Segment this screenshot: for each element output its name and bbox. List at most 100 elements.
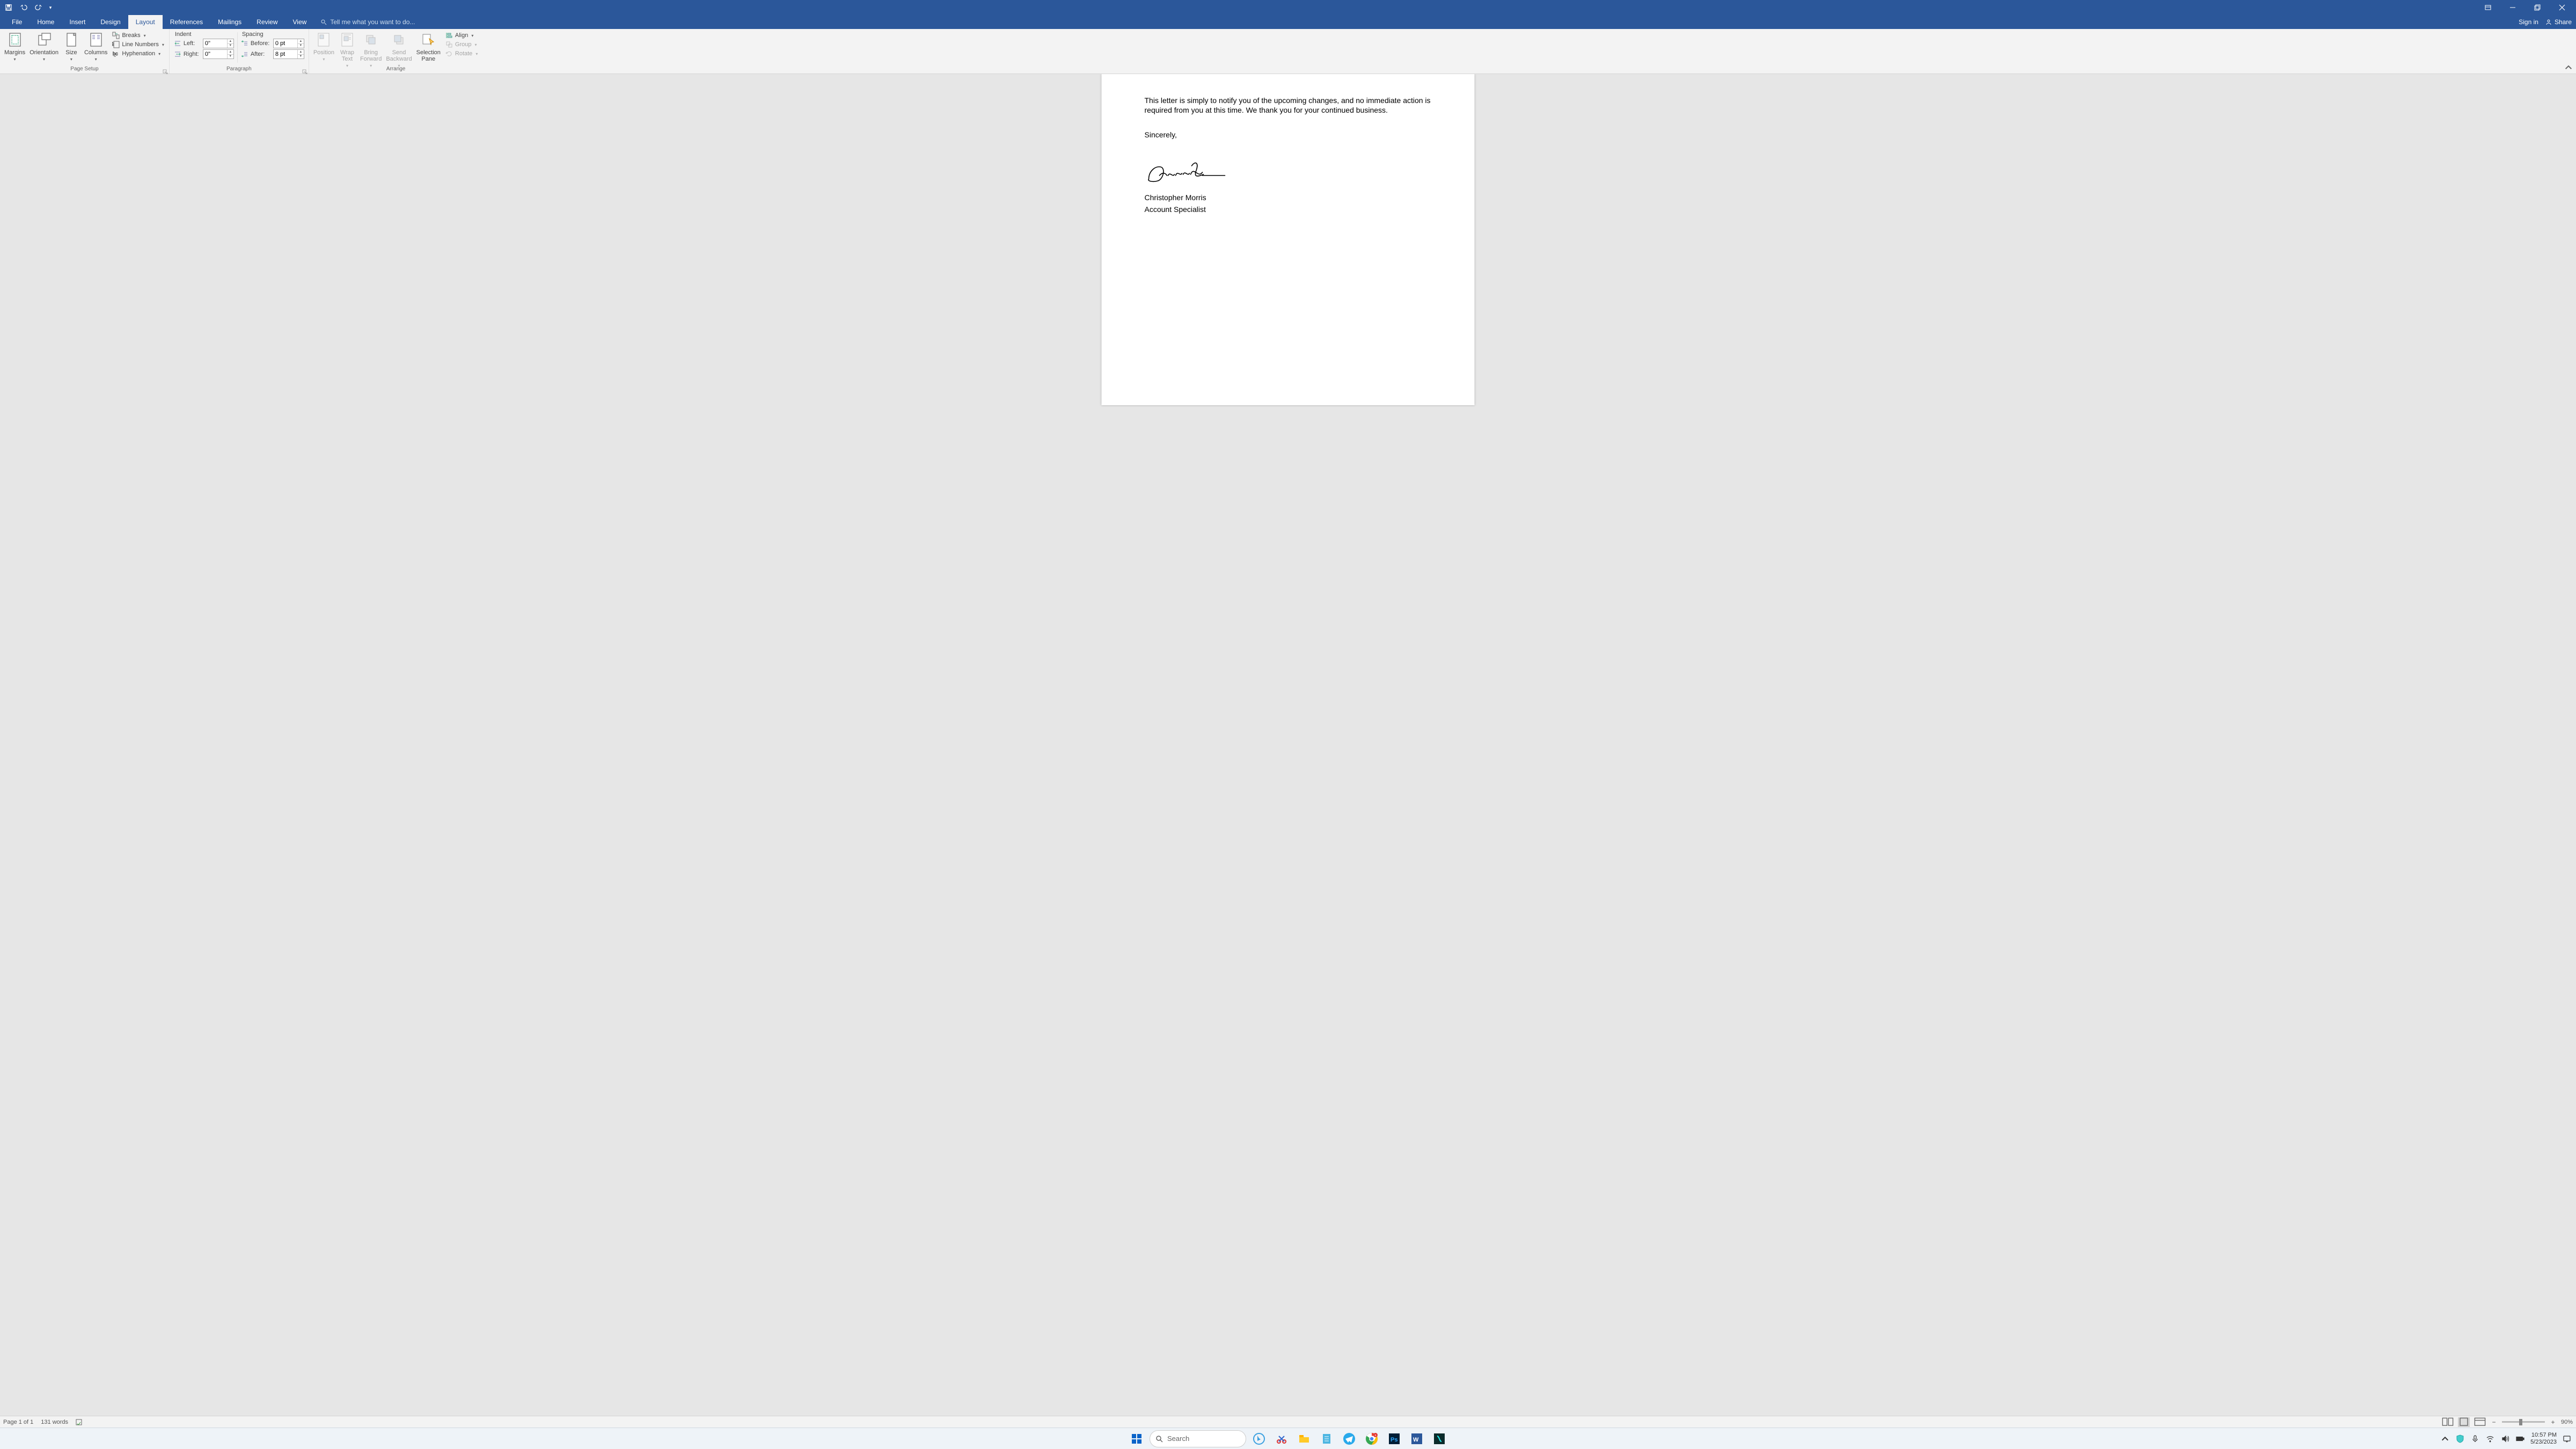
battery-icon[interactable] — [2515, 1434, 2525, 1444]
word-icon[interactable]: W — [1407, 1429, 1426, 1448]
tell-me-search[interactable]: Tell me what you want to do... — [320, 15, 415, 29]
send-backward-button: Send Backward▾ — [384, 30, 414, 69]
read-mode-icon[interactable] — [2442, 1417, 2454, 1427]
group-page-setup: Margins▾ Orientation▾ Size▾ Columns▾ Bre… — [0, 29, 170, 74]
indent-header: Indent — [174, 31, 234, 38]
photoshop-icon[interactable]: Ps — [1385, 1429, 1404, 1448]
document-page[interactable]: This letter is simply to notify you of t… — [1102, 74, 1475, 405]
align-button[interactable]: Align▾ — [444, 31, 479, 40]
spacing-before-input[interactable]: ▲▼ — [273, 39, 304, 48]
spinner-down-icon[interactable]: ▼ — [228, 44, 233, 48]
indent-left-label: Left: — [184, 40, 201, 47]
spinner-down-icon[interactable]: ▼ — [228, 55, 233, 59]
status-words[interactable]: 131 words — [41, 1419, 68, 1425]
group-label-arrange: Arrange — [309, 66, 482, 74]
tell-me-placeholder: Tell me what you want to do... — [330, 18, 415, 26]
collapse-ribbon-icon[interactable] — [2564, 64, 2573, 72]
qat-customize-icon[interactable]: ▾ — [47, 1, 54, 14]
microphone-icon[interactable] — [2470, 1434, 2480, 1444]
tab-layout[interactable]: Layout — [128, 15, 163, 29]
taskbar-search[interactable]: Search — [1150, 1430, 1246, 1447]
redo-icon[interactable] — [32, 1, 45, 14]
columns-button[interactable]: Columns▾ — [82, 30, 109, 63]
sign-in-link[interactable]: Sign in — [2519, 18, 2538, 26]
start-button[interactable] — [1127, 1429, 1146, 1448]
signer-title[interactable]: Account Specialist — [1145, 204, 1432, 214]
snipping-tool-icon[interactable] — [1272, 1429, 1291, 1448]
page-setup-launcher-icon[interactable] — [163, 68, 168, 73]
bring-forward-button: Bring Forward▾ — [358, 30, 384, 69]
close-icon[interactable] — [2550, 0, 2574, 15]
system-clock[interactable]: 10:57 PM 5/23/2023 — [2530, 1432, 2557, 1445]
maximize-icon[interactable] — [2526, 0, 2549, 15]
spelling-status-icon[interactable] — [76, 1418, 83, 1426]
ribbon-display-options-icon[interactable] — [2476, 0, 2500, 15]
spinner-up-icon[interactable]: ▲ — [228, 50, 233, 55]
print-layout-icon[interactable] — [2458, 1417, 2470, 1427]
zoom-thumb[interactable] — [2519, 1419, 2522, 1425]
rotate-button: Rotate▾ — [444, 49, 479, 58]
volume-icon[interactable] — [2500, 1434, 2510, 1444]
breaks-button[interactable]: Breaks▾ — [111, 31, 166, 40]
indent-right-input[interactable]: ▲▼ — [203, 49, 234, 59]
tab-insert[interactable]: Insert — [62, 15, 93, 29]
group-label-paragraph: Paragraph — [170, 66, 309, 74]
share-button[interactable]: Share — [2545, 18, 2572, 26]
taskbar-search-placeholder: Search — [1167, 1435, 1189, 1443]
spinner-down-icon[interactable]: ▼ — [298, 44, 304, 48]
paragraph-launcher-icon[interactable] — [302, 68, 308, 73]
spinner-up-icon[interactable]: ▲ — [298, 50, 304, 55]
selection-pane-button[interactable]: Selection Pane — [414, 30, 443, 63]
file-explorer-icon[interactable] — [1294, 1429, 1314, 1448]
chrome-icon[interactable]: n — [1362, 1429, 1381, 1448]
bing-icon[interactable] — [1249, 1429, 1269, 1448]
group-paragraph: Indent Left: ▲▼ Right: ▲▼ Spacing Before… — [170, 29, 309, 74]
svg-text:Ps: Ps — [1391, 1437, 1397, 1443]
spacing-after-input[interactable]: ▲▼ — [273, 49, 304, 59]
tabrow-right: Sign in Share — [2519, 15, 2572, 29]
body-paragraph[interactable]: This letter is simply to notify you of t… — [1145, 96, 1432, 115]
signer-name[interactable]: Christopher Morris — [1145, 193, 1432, 202]
closing-sincerely[interactable]: Sincerely, — [1145, 130, 1432, 140]
line-numbers-button[interactable]: 12 Line Numbers▾ — [111, 40, 166, 49]
tab-review[interactable]: Review — [249, 15, 285, 29]
tab-design[interactable]: Design — [93, 15, 128, 29]
hyphenation-button[interactable]: bc Hyphenation▾ — [111, 49, 166, 58]
zoom-out-icon[interactable]: − — [2490, 1418, 2498, 1426]
spinner-down-icon[interactable]: ▼ — [298, 55, 304, 59]
undo-icon[interactable] — [17, 1, 30, 14]
position-button: Position▾ — [311, 30, 336, 63]
security-icon[interactable] — [2455, 1434, 2465, 1444]
document-area[interactable]: This letter is simply to notify you of t… — [0, 74, 2576, 1437]
spinner-up-icon[interactable]: ▲ — [228, 39, 233, 44]
tab-home[interactable]: Home — [30, 15, 62, 29]
tray-chevron-icon[interactable] — [2440, 1434, 2450, 1444]
tab-mailings[interactable]: Mailings — [210, 15, 249, 29]
minimize-icon[interactable] — [2501, 0, 2524, 15]
notepad-icon[interactable] — [1317, 1429, 1336, 1448]
tab-references[interactable]: References — [163, 15, 210, 29]
indent-left-input[interactable]: ▲▼ — [203, 39, 234, 48]
size-button[interactable]: Size▾ — [61, 30, 82, 63]
filmora-icon[interactable] — [1430, 1429, 1449, 1448]
group-arrange: Position▾ Wrap Text▾ Bring Forward▾ Send… — [309, 29, 482, 74]
tab-file[interactable]: File — [4, 15, 30, 29]
telegram-icon[interactable] — [1340, 1429, 1359, 1448]
save-icon[interactable] — [2, 1, 15, 14]
spacing-header: Spacing — [241, 31, 304, 38]
zoom-level[interactable]: 90% — [2561, 1419, 2573, 1425]
orientation-button[interactable]: Orientation▾ — [27, 30, 61, 63]
spinner-up-icon[interactable]: ▲ — [298, 39, 304, 44]
status-page[interactable]: Page 1 of 1 — [3, 1419, 33, 1425]
tab-view[interactable]: View — [286, 15, 314, 29]
signature-image — [1145, 155, 1432, 189]
ribbon-tabs: File Home Insert Design Layout Reference… — [0, 15, 2576, 29]
zoom-in-icon[interactable]: + — [2549, 1418, 2557, 1426]
wifi-icon[interactable] — [2485, 1434, 2495, 1444]
spacing-after-label: After: — [251, 51, 271, 57]
zoom-slider[interactable] — [2502, 1421, 2545, 1423]
margins-button[interactable]: Margins▾ — [2, 30, 27, 63]
notifications-icon[interactable] — [2562, 1434, 2572, 1444]
web-layout-icon[interactable] — [2474, 1417, 2486, 1427]
wrap-text-button: Wrap Text▾ — [336, 30, 358, 69]
